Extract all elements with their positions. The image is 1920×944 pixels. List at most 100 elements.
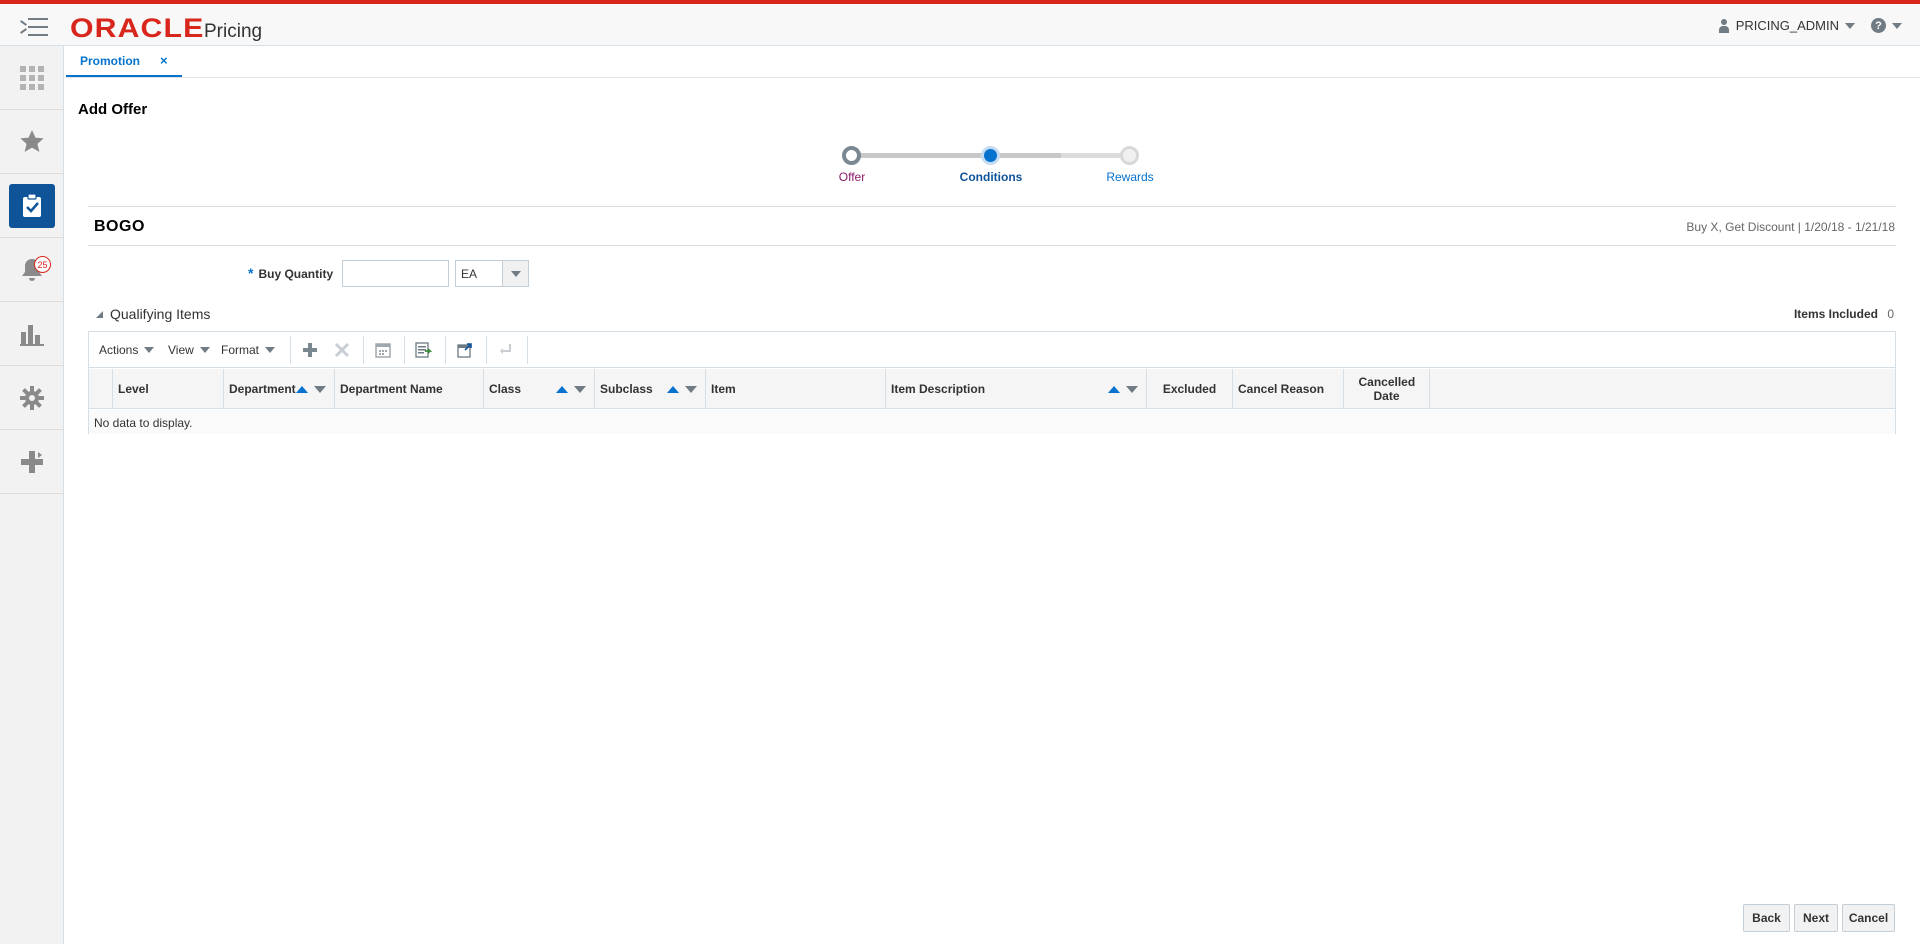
user-name: PRICING_ADMIN	[1735, 18, 1839, 33]
divider	[88, 206, 1896, 207]
sort-ascending-icon[interactable]	[1108, 386, 1120, 393]
sidebar-item-create[interactable]	[0, 430, 64, 494]
items-included-label: Items Included	[1793, 307, 1878, 321]
train-stop-conditions[interactable]	[981, 146, 1000, 165]
delete-icon	[334, 342, 350, 358]
detach-button[interactable]	[455, 340, 475, 360]
cancel-button[interactable]: Cancel	[1842, 904, 1895, 932]
offer-name: BOGO	[94, 218, 145, 235]
column-label: Excluded	[1162, 382, 1217, 396]
table-header: Level Department Department Name Class S…	[89, 369, 1895, 409]
column-header-department[interactable]: Department	[224, 369, 335, 409]
actions-menu[interactable]: Actions	[99, 343, 155, 357]
buy-quantity-label: * Buy Quantity	[248, 265, 333, 281]
column-header-cancel-reason[interactable]: Cancel Reason	[1233, 369, 1344, 409]
user-icon	[1718, 18, 1730, 33]
toolbar-separator	[290, 336, 291, 364]
train-connector-done	[993, 153, 1061, 158]
sidebar-item-tasks[interactable]	[0, 46, 64, 110]
row-header-column	[89, 369, 113, 409]
user-menu[interactable]: PRICING_ADMIN ?	[1718, 18, 1902, 33]
tab-label: Promotion	[80, 53, 140, 68]
train-stop-rewards[interactable]	[1120, 146, 1139, 165]
column-label: Cancel Reason	[1238, 382, 1325, 396]
column-header-class[interactable]: Class	[484, 369, 595, 409]
view-menu-label: View	[168, 343, 194, 357]
help-icon[interactable]: ?	[1871, 18, 1886, 33]
sidebar: 25	[0, 46, 64, 944]
toolbar-separator	[486, 336, 487, 364]
disclosure-icon[interactable]	[96, 310, 103, 318]
items-included: Items Included 0	[1794, 307, 1894, 321]
sidebar-item-notifications[interactable]: 25	[0, 238, 64, 302]
sort-ascending-icon[interactable]	[556, 386, 568, 393]
sort-ascending-icon[interactable]	[296, 386, 308, 393]
sort-descending-icon[interactable]	[685, 386, 697, 393]
sidebar-item-reports[interactable]	[0, 302, 64, 366]
column-label: Department	[229, 382, 296, 396]
sort-descending-icon[interactable]	[574, 386, 586, 393]
buy-quantity-label-text: Buy Quantity	[258, 267, 334, 281]
column-label: Department Name	[340, 382, 443, 396]
sidebar-item-task-list[interactable]	[0, 174, 64, 238]
notification-count-badge: 25	[34, 256, 51, 273]
train-stop-offer[interactable]	[842, 146, 861, 165]
column-header-item[interactable]: Item	[706, 369, 886, 409]
column-label: Cancelled Date	[1358, 375, 1416, 403]
toolbar-separator	[363, 336, 364, 364]
chevron-down-icon[interactable]	[1845, 22, 1855, 29]
chevron-down-icon[interactable]	[1892, 22, 1902, 29]
column-header-excluded[interactable]: Excluded	[1147, 369, 1233, 409]
chevron-down-icon	[265, 347, 276, 353]
tasks-grid-icon	[20, 65, 44, 90]
sidebar-item-favorites[interactable]	[0, 110, 64, 174]
sort-ascending-icon[interactable]	[667, 386, 679, 393]
brand-logo: ORACLE Pricing	[70, 13, 262, 44]
column-header-department-name[interactable]: Department Name	[335, 369, 484, 409]
uom-dropdown-button[interactable]	[502, 261, 528, 286]
chevron-down-icon	[510, 270, 521, 277]
offer-meta: Buy X, Get Discount | 1/20/18 - 1/21/18	[1686, 220, 1895, 234]
sidebar-item-settings[interactable]	[0, 366, 64, 430]
format-menu[interactable]: Format	[221, 343, 276, 357]
reports-chart-icon	[20, 324, 44, 346]
format-menu-label: Format	[221, 343, 260, 357]
train-label-conditions: Conditions	[959, 170, 1023, 184]
column-label: Class	[489, 382, 522, 396]
toolbar-separator	[527, 336, 528, 364]
calendar-button[interactable]	[373, 340, 393, 360]
buy-quantity-input[interactable]	[342, 260, 449, 287]
toolbar-separator	[404, 336, 405, 364]
column-header-level[interactable]: Level	[113, 369, 224, 409]
train-label-rewards[interactable]: Rewards	[1106, 170, 1153, 184]
task-list-icon	[23, 193, 41, 217]
train-connector-pending	[1061, 153, 1123, 158]
qualifying-items-table: Actions View Format Level Department Dep…	[88, 331, 1896, 434]
export-button[interactable]	[414, 340, 434, 360]
export-icon	[415, 342, 433, 358]
sort-descending-icon[interactable]	[314, 386, 326, 393]
column-label: Item	[711, 382, 736, 396]
back-button[interactable]: Back	[1743, 904, 1790, 932]
sort-descending-icon[interactable]	[1126, 386, 1138, 393]
tab-promotion[interactable]: Promotion ×	[66, 46, 182, 77]
add-row-button[interactable]	[300, 340, 320, 360]
add-icon	[303, 343, 317, 357]
next-button[interactable]: Next	[1794, 904, 1838, 932]
navigation-menu-icon[interactable]	[18, 16, 48, 40]
toolbar-separator	[445, 336, 446, 364]
column-header-item-description[interactable]: Item Description	[886, 369, 1147, 409]
create-plus-icon	[21, 450, 43, 473]
column-header-subclass[interactable]: Subclass	[595, 369, 706, 409]
qualifying-items-header[interactable]: Qualifying Items	[96, 306, 210, 322]
favorites-star-icon	[20, 129, 44, 152]
uom-select[interactable]: EA	[455, 260, 529, 287]
view-menu[interactable]: View	[168, 343, 210, 357]
train-label-offer[interactable]: Offer	[839, 170, 865, 184]
wrap-button[interactable]	[496, 340, 516, 360]
column-label: Level	[118, 382, 149, 396]
actions-menu-label: Actions	[99, 343, 139, 357]
close-icon[interactable]: ×	[160, 53, 168, 68]
column-header-cancelled-date[interactable]: Cancelled Date	[1344, 369, 1430, 409]
delete-row-button[interactable]	[332, 340, 352, 360]
